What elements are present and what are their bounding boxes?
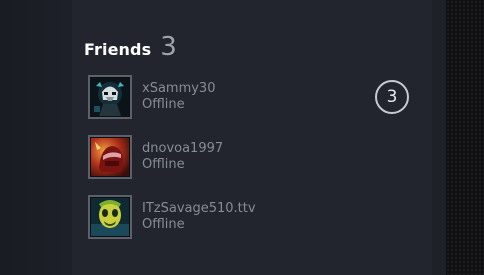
friends-panel: Friends 3 xSammy30 Offline dnovoa1997 Of…	[72, 0, 432, 275]
friends-title: Friends	[84, 40, 152, 59]
friend-status: Offline	[142, 217, 185, 232]
green-ghoul-avatar-icon	[91, 198, 129, 236]
skull-knight-avatar-icon	[91, 78, 129, 116]
left-background	[0, 0, 72, 275]
friends-header: Friends 3	[84, 32, 177, 62]
friend-item-dnovoa1997[interactable]: dnovoa1997 Offline	[88, 133, 418, 181]
friend-status: Offline	[142, 97, 185, 112]
friends-count: 3	[160, 32, 177, 62]
friend-text: dnovoa1997 Offline	[142, 141, 223, 173]
right-divider	[432, 0, 446, 275]
screen: Friends 3 xSammy30 Offline dnovoa1997 Of…	[0, 0, 484, 275]
friend-name: xSammy30	[142, 81, 216, 96]
friend-avatar	[88, 135, 132, 179]
friend-status: Offline	[142, 157, 185, 172]
friend-text: xSammy30 Offline	[142, 81, 215, 113]
friend-text: ITzSavage510.ttv Offline	[142, 201, 256, 233]
friend-item-itzsavage510[interactable]: ITzSavage510.ttv Offline	[88, 193, 418, 241]
red-helmet-avatar-icon	[91, 138, 129, 176]
friend-avatar	[88, 75, 132, 119]
friend-name: ITzSavage510.ttv	[142, 201, 256, 216]
friend-name: dnovoa1997	[142, 141, 224, 156]
friends-count-badge[interactable]: 3	[375, 80, 409, 114]
friend-item-xsammy30[interactable]: xSammy30 Offline	[88, 73, 418, 121]
right-background	[446, 0, 484, 275]
friend-avatar	[88, 195, 132, 239]
